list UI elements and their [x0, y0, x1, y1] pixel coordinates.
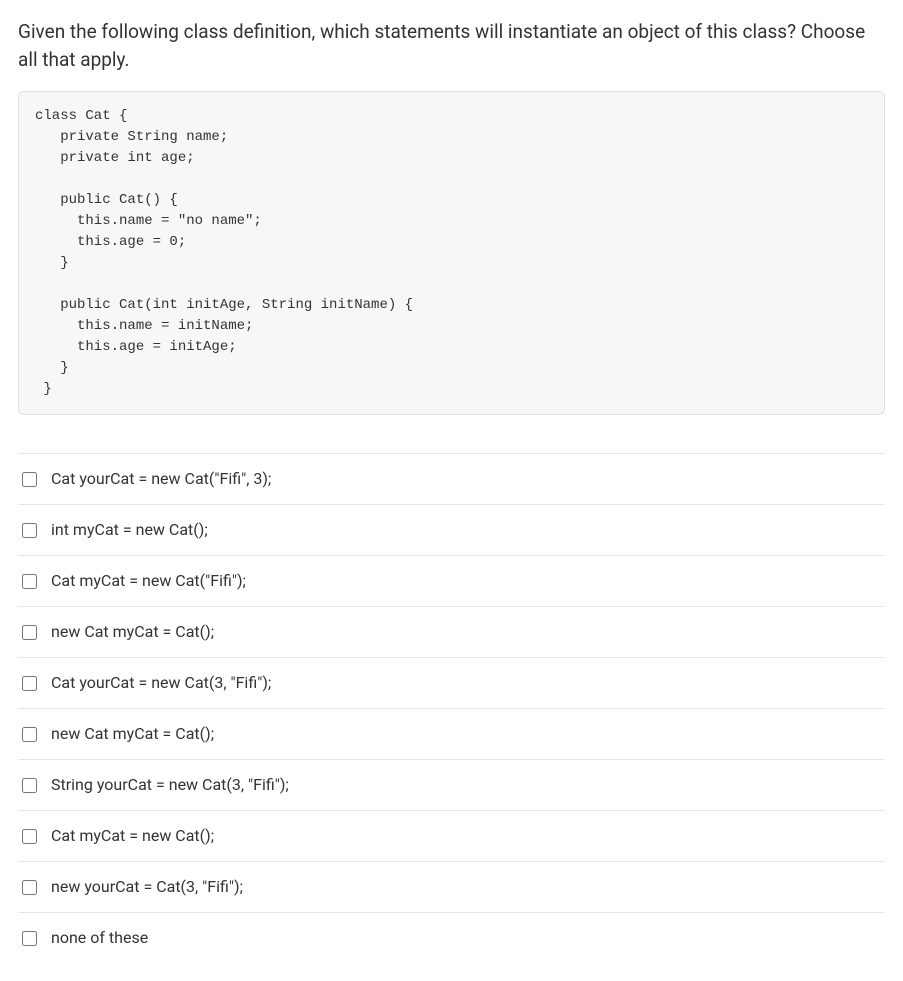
option-label: new Cat myCat = Cat(); [51, 620, 214, 644]
option-label: int myCat = new Cat(); [51, 518, 208, 542]
option-label: String yourCat = new Cat(3, "Fifi"); [51, 773, 289, 797]
option-row[interactable]: Cat yourCat = new Cat(3, "Fifi"); [18, 658, 885, 709]
option-label: Cat myCat = new Cat("Fifi"); [51, 569, 246, 593]
option-label: none of these [51, 926, 148, 950]
option-checkbox-5[interactable] [22, 727, 37, 742]
option-label: Cat yourCat = new Cat(3, "Fifi"); [51, 671, 271, 695]
option-checkbox-4[interactable] [22, 676, 37, 691]
option-row[interactable]: new Cat myCat = Cat(); [18, 607, 885, 658]
option-checkbox-6[interactable] [22, 778, 37, 793]
options-list: Cat yourCat = new Cat("Fifi", 3); int my… [18, 453, 885, 963]
option-row[interactable]: none of these [18, 913, 885, 963]
option-row[interactable]: int myCat = new Cat(); [18, 505, 885, 556]
option-row[interactable]: new Cat myCat = Cat(); [18, 709, 885, 760]
option-checkbox-1[interactable] [22, 523, 37, 538]
option-label: new yourCat = Cat(3, "Fifi"); [51, 875, 243, 899]
option-row[interactable]: Cat myCat = new Cat(); [18, 811, 885, 862]
code-block: class Cat { private String name; private… [18, 91, 885, 415]
option-row[interactable]: String yourCat = new Cat(3, "Fifi"); [18, 760, 885, 811]
option-checkbox-7[interactable] [22, 829, 37, 844]
option-checkbox-8[interactable] [22, 880, 37, 895]
question-text: Given the following class definition, wh… [18, 18, 885, 73]
option-checkbox-0[interactable] [22, 472, 37, 487]
option-label: Cat myCat = new Cat(); [51, 824, 214, 848]
option-checkbox-2[interactable] [22, 574, 37, 589]
option-row[interactable]: new yourCat = Cat(3, "Fifi"); [18, 862, 885, 913]
option-row[interactable]: Cat yourCat = new Cat("Fifi", 3); [18, 454, 885, 505]
option-checkbox-9[interactable] [22, 931, 37, 946]
option-checkbox-3[interactable] [22, 625, 37, 640]
option-label: new Cat myCat = Cat(); [51, 722, 214, 746]
option-row[interactable]: Cat myCat = new Cat("Fifi"); [18, 556, 885, 607]
option-label: Cat yourCat = new Cat("Fifi", 3); [51, 467, 271, 491]
